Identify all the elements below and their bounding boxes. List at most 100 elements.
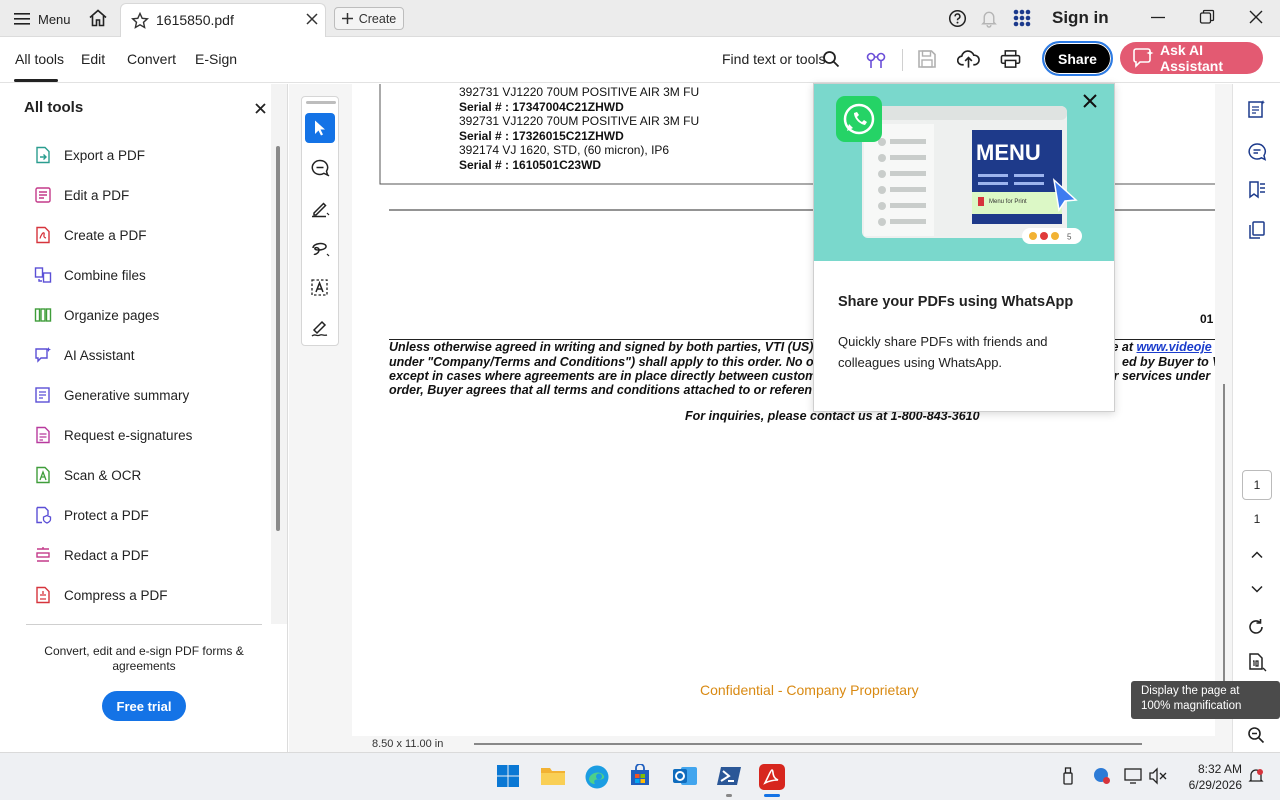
tool-edit-pdf[interactable]: Edit a PDF <box>34 183 129 207</box>
serial-number-line: Serial # : 1610501C23WD <box>459 158 602 172</box>
apps-grid-icon[interactable] <box>1013 9 1031 27</box>
vertical-scrollbar-thumb[interactable] <box>1223 384 1225 684</box>
security-shield-icon[interactable] <box>1093 767 1119 793</box>
next-page-icon[interactable] <box>1250 582 1264 596</box>
drag-handle[interactable] <box>306 101 336 104</box>
previous-page-icon[interactable] <box>1250 548 1264 562</box>
tool-combine-files[interactable]: Combine files <box>34 263 146 287</box>
confidential-footer: Confidential - Company Proprietary <box>700 682 919 698</box>
page-thumbnails-icon[interactable] <box>1247 220 1267 240</box>
highlighter-pen-icon <box>310 198 330 218</box>
comments-panel-icon[interactable] <box>1247 142 1267 162</box>
network-volume-icon[interactable] <box>1148 767 1174 793</box>
find-text-or-tools-button[interactable]: Find text or tools <box>722 51 826 67</box>
horizontal-scrollbar[interactable] <box>474 743 1142 745</box>
terms-line-right: or services under <box>1106 369 1211 383</box>
free-trial-label: Free trial <box>116 698 172 714</box>
notifications-bell-icon[interactable] <box>980 9 998 28</box>
popup-description: Quickly share PDFs with friends and coll… <box>838 334 1048 370</box>
search-icon[interactable] <box>822 50 840 68</box>
panel-scrollbar-thumb[interactable] <box>276 146 280 531</box>
close-popup-icon[interactable] <box>1082 93 1098 109</box>
fit-page-100-icon[interactable] <box>1247 652 1267 672</box>
ask-ai-assistant-button[interactable]: Ask AI Assistant <box>1120 42 1263 74</box>
adobe-acrobat-icon[interactable] <box>759 764 785 790</box>
page-marker: 01 <box>1200 312 1214 326</box>
sign-in-link[interactable]: Sign in <box>1052 8 1109 28</box>
edge-browser-icon[interactable] <box>584 764 610 790</box>
zoom-out-icon[interactable] <box>1247 726 1265 744</box>
create-pdf-icon <box>34 226 52 244</box>
active-tab-indicator <box>14 79 58 82</box>
tool-label: Create a PDF <box>64 227 147 243</box>
share-button[interactable]: Share <box>1042 41 1113 76</box>
current-page-input[interactable]: 1 <box>1242 470 1272 500</box>
create-button[interactable]: Create <box>334 7 404 30</box>
close-panel-icon[interactable] <box>255 103 266 114</box>
tab-esign[interactable]: E-Sign <box>195 51 237 67</box>
ai-tools-icon[interactable] <box>865 49 887 71</box>
tool-label: Request e-signatures <box>64 427 193 443</box>
document-tab[interactable]: 1615850.pdf <box>120 3 326 37</box>
select-tool-button[interactable] <box>305 113 335 143</box>
share-label: Share <box>1058 50 1097 67</box>
save-icon[interactable] <box>917 49 937 69</box>
tool-label: Organize pages <box>64 307 160 323</box>
tool-ai-assistant[interactable]: AI Assistant <box>34 343 135 367</box>
notification-center-icon[interactable] <box>1247 767 1273 793</box>
ai-assistant-icon <box>1132 48 1154 68</box>
home-button[interactable] <box>88 8 108 28</box>
tool-protect-pdf[interactable]: Protect a PDF <box>34 503 149 527</box>
tab-all-tools[interactable]: All tools <box>15 51 64 67</box>
draw-tool-button[interactable] <box>305 233 335 263</box>
terms-line: except in cases where agreements are in … <box>389 369 817 383</box>
restore-icon[interactable] <box>1199 9 1215 25</box>
tab-convert[interactable]: Convert <box>127 51 176 67</box>
tool-label: Generative summary <box>64 387 190 403</box>
tool-generative-summary[interactable]: Generative summary <box>34 383 189 407</box>
powershell-icon[interactable] <box>716 764 742 790</box>
display-icon[interactable] <box>1124 767 1150 793</box>
outlook-icon[interactable] <box>672 764 698 790</box>
close-window-icon[interactable] <box>1248 9 1264 25</box>
item-description-line: 392731 VJ1220 70UM POSITIVE AIR 3M FU <box>459 114 700 128</box>
edit-page-icon[interactable] <box>1247 99 1267 119</box>
menu-label: Menu <box>38 11 71 27</box>
vertical-scrollbar[interactable] <box>1222 84 1230 752</box>
tab-edit[interactable]: Edit <box>81 51 105 67</box>
minimize-icon[interactable] <box>1150 9 1166 25</box>
file-explorer-icon[interactable] <box>540 764 566 790</box>
system-clock[interactable]: 8:32 AM 6/29/2026 <box>1176 761 1242 793</box>
sign-tool-button[interactable] <box>305 313 335 343</box>
tool-redact-pdf[interactable]: Redact a PDF <box>34 543 149 567</box>
upsell-text: Convert, edit and e-sign PDF forms & agr… <box>44 644 244 673</box>
windows-start-icon[interactable] <box>496 764 522 790</box>
organize-pages-icon <box>34 306 52 324</box>
usb-device-icon[interactable] <box>1060 767 1086 793</box>
highlight-tool-button[interactable] <box>305 193 335 223</box>
menu-button[interactable]: Menu <box>14 9 71 29</box>
rotate-icon[interactable] <box>1247 618 1265 636</box>
comment-tool-button[interactable] <box>305 153 335 183</box>
website-link[interactable]: www.videoje <box>1137 340 1212 354</box>
microsoft-store-icon[interactable] <box>628 764 654 790</box>
help-icon[interactable] <box>948 9 967 28</box>
tool-scan-ocr[interactable]: Scan & OCR <box>34 463 141 487</box>
print-icon[interactable] <box>1000 49 1021 69</box>
shared-file-name: Menu for Print <box>989 199 1027 205</box>
close-tab-icon[interactable] <box>306 13 318 25</box>
tool-compress-pdf[interactable]: Compress a PDF <box>34 583 168 607</box>
star-icon[interactable] <box>131 12 149 30</box>
free-trial-button[interactable]: Free trial <box>102 691 186 721</box>
text-tool-button[interactable] <box>305 273 335 303</box>
tool-organize-pages[interactable]: Organize pages <box>34 303 159 327</box>
tool-label: Protect a PDF <box>64 507 149 523</box>
text-box-icon <box>310 278 330 298</box>
bookmarks-icon[interactable] <box>1247 180 1267 200</box>
tool-create-pdf[interactable]: Create a PDF <box>34 223 147 247</box>
serial-number-line: Serial # : 17326015C21ZHWD <box>459 129 624 143</box>
tool-export-pdf[interactable]: Export a PDF <box>34 143 145 167</box>
ai-assistant-label: Ask AI Assistant <box>1160 42 1224 74</box>
tool-request-esignatures[interactable]: Request e-signatures <box>34 423 192 447</box>
upload-cloud-icon[interactable] <box>957 48 980 70</box>
